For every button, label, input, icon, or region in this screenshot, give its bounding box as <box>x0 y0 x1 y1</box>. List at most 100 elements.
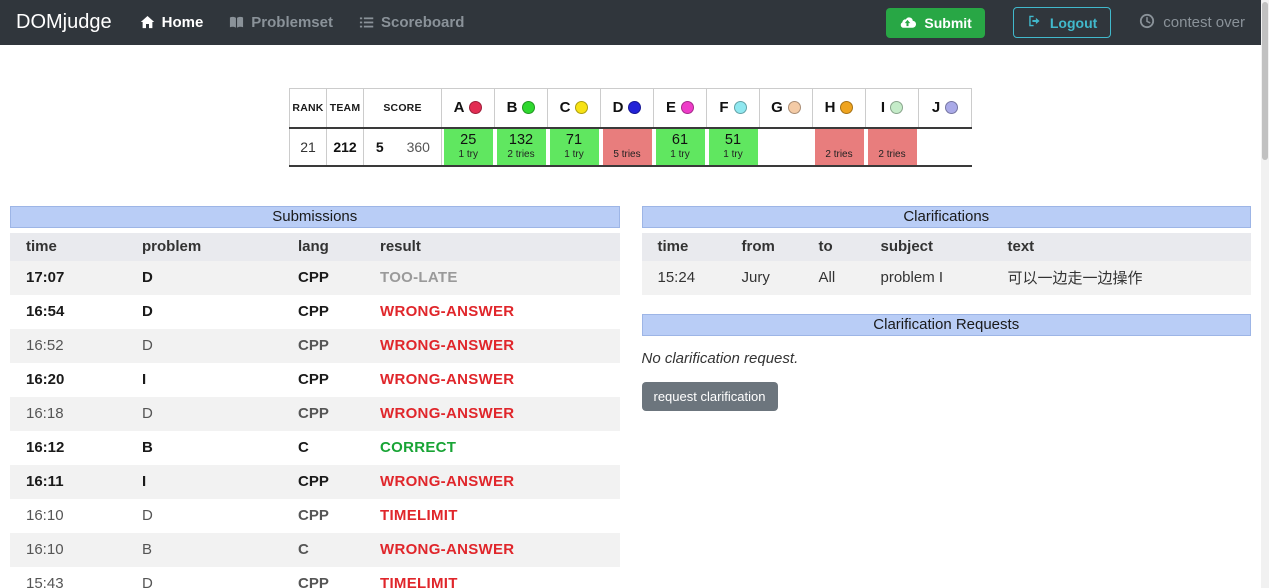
balloon-icon <box>788 101 801 114</box>
scoreboard-table: RANK TEAM SCORE A B C D E F G H I J 21 2… <box>289 88 972 167</box>
logout-button[interactable]: Logout <box>1013 7 1111 38</box>
submission-row[interactable]: 16:12 B C CORRECT <box>10 431 620 465</box>
submission-row[interactable]: 16:10 D CPP TIMELIMIT <box>10 499 620 533</box>
score-cell-j <box>919 128 972 166</box>
score-header: SCORE <box>364 89 442 128</box>
submission-time: 16:10 <box>10 533 134 567</box>
submissions-table: time problem lang result 17:07 D CPP TOO… <box>10 233 620 588</box>
submission-row[interactable]: 16:20 I CPP WRONG-ANSWER <box>10 363 620 397</box>
request-clarification-button[interactable]: request clarification <box>642 382 778 411</box>
submission-result: TIMELIMIT <box>372 567 620 588</box>
balloon-icon <box>628 101 641 114</box>
team-total-time: 360 <box>396 128 442 166</box>
submission-result: WRONG-ANSWER <box>372 397 620 431</box>
submission-lang: CPP <box>290 363 372 397</box>
nav-item-home[interactable]: Home <box>140 14 204 31</box>
score-tries <box>921 149 970 161</box>
scrollbar-thumb[interactable] <box>1262 2 1268 160</box>
col-time: time <box>642 233 734 261</box>
clarification-subject: problem I <box>873 261 1000 295</box>
col-lang: lang <box>290 233 372 261</box>
clarification-row[interactable]: 15:24 Jury All problem I 可以一边走一边操作 <box>642 261 1252 295</box>
submission-result: WRONG-ANSWER <box>372 465 620 499</box>
vertical-scrollbar[interactable] <box>1261 0 1269 588</box>
problem-header-g: G <box>760 89 813 128</box>
balloon-icon <box>840 101 853 114</box>
submit-button[interactable]: Submit <box>886 8 984 38</box>
main-content: Submissions time problem lang result 17:… <box>10 206 1251 588</box>
submission-result: WRONG-ANSWER <box>372 533 620 567</box>
nav-item-scoreboard[interactable]: Scoreboard <box>359 14 464 31</box>
nav-right: Submit Logout contest over <box>886 7 1245 38</box>
submission-lang: CPP <box>290 567 372 588</box>
submission-result: WRONG-ANSWER <box>372 295 620 329</box>
submission-row[interactable]: 16:10 B C WRONG-ANSWER <box>10 533 620 567</box>
score-value <box>603 132 652 149</box>
score-tries: 2 tries <box>497 149 546 161</box>
submission-row[interactable]: 15:43 D CPP TIMELIMIT <box>10 567 620 588</box>
submission-row[interactable]: 16:52 D CPP WRONG-ANSWER <box>10 329 620 363</box>
score-value: 51 <box>709 132 758 149</box>
score-value <box>815 132 864 149</box>
submission-problem: B <box>134 431 290 465</box>
problem-header-i: I <box>866 89 919 128</box>
submission-problem: D <box>134 499 290 533</box>
problem-label: F <box>719 99 728 116</box>
list-ol-icon <box>359 15 374 30</box>
submission-row[interactable]: 16:54 D CPP WRONG-ANSWER <box>10 295 620 329</box>
score-cell-g <box>760 128 813 166</box>
score-cell-d: 5 tries <box>601 128 654 166</box>
submissions-title: Submissions <box>10 206 620 228</box>
problem-header-a: A <box>442 89 495 128</box>
problem-label: D <box>613 99 624 116</box>
clarifications-header-row: time from to subject text <box>642 233 1252 261</box>
clarifications-section: Clarifications time from to subject text… <box>642 206 1252 588</box>
col-text: text <box>1000 233 1252 261</box>
balloon-icon <box>575 101 588 114</box>
submission-time: 16:11 <box>10 465 134 499</box>
page: DOMjudge Home Problemset Scoreboard <box>0 0 1261 588</box>
clarification-to: All <box>811 261 873 295</box>
submission-result: TOO-LATE <box>372 261 620 295</box>
cloud-upload-icon <box>899 15 916 31</box>
submission-time: 17:07 <box>10 261 134 295</box>
score-cell-a: 251 try <box>442 128 495 166</box>
col-result: result <box>372 233 620 261</box>
problem-label: H <box>825 99 836 116</box>
problem-label: I <box>881 99 885 116</box>
submission-time: 16:54 <box>10 295 134 329</box>
no-clarification-message: No clarification request. <box>642 350 1252 367</box>
score-value <box>762 132 811 149</box>
problem-label: C <box>560 99 571 116</box>
nav-item-problemset[interactable]: Problemset <box>229 14 333 31</box>
submission-problem: B <box>134 533 290 567</box>
sign-out-icon <box>1027 14 1042 31</box>
submission-problem: I <box>134 363 290 397</box>
col-subject: subject <box>873 233 1000 261</box>
clarifications-table: time from to subject text 15:24 Jury All… <box>642 233 1252 295</box>
nav-item-label: Home <box>162 14 204 31</box>
submission-row[interactable]: 16:11 I CPP WRONG-ANSWER <box>10 465 620 499</box>
problem-header-d: D <box>601 89 654 128</box>
brand[interactable]: DOMjudge <box>16 11 112 34</box>
submission-row[interactable]: 17:07 D CPP TOO-LATE <box>10 261 620 295</box>
submission-time: 16:12 <box>10 431 134 465</box>
problem-label: J <box>932 99 940 116</box>
score-cell-c: 711 try <box>548 128 601 166</box>
score-cell-b: 1322 tries <box>495 128 548 166</box>
problem-label: G <box>771 99 783 116</box>
problem-header-b: B <box>495 89 548 128</box>
balloon-icon <box>890 101 903 114</box>
score-cell-e: 611 try <box>654 128 707 166</box>
submission-row[interactable]: 16:18 D CPP WRONG-ANSWER <box>10 397 620 431</box>
score-tries: 1 try <box>444 149 493 161</box>
clarification-from: Jury <box>734 261 811 295</box>
problem-header-e: E <box>654 89 707 128</box>
submission-problem: D <box>134 261 290 295</box>
team-id: 212 <box>327 128 364 166</box>
submission-lang: CPP <box>290 329 372 363</box>
submission-time: 16:10 <box>10 499 134 533</box>
clarification-time: 15:24 <box>642 261 734 295</box>
home-icon <box>140 15 155 30</box>
submissions-header-row: time problem lang result <box>10 233 620 261</box>
